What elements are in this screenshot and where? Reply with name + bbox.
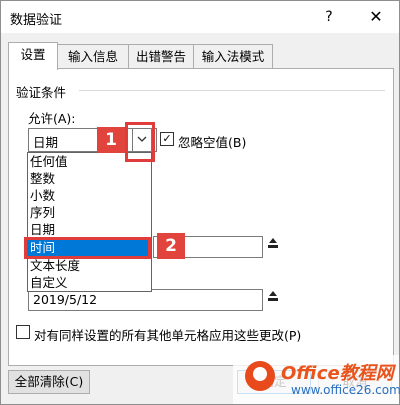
allow-dropdown-list: 任何值 整数 小数 序列 日期 时间 文本长度 自定义 bbox=[27, 152, 152, 292]
step-badge-1: 1 bbox=[97, 127, 125, 153]
step-badge-2: 2 bbox=[157, 233, 185, 259]
watermark-url: www.office26.com bbox=[291, 383, 400, 397]
dropdown-option[interactable]: 日期 bbox=[28, 221, 151, 238]
allow-label: 允许(A): bbox=[28, 111, 76, 126]
group-divider bbox=[79, 90, 385, 91]
dropdown-option[interactable]: 小数 bbox=[28, 187, 151, 204]
allow-combobox-value: 日期 bbox=[33, 135, 59, 150]
apply-all-label: 对有同样设置的所有其他单元格应用这些更改(P) bbox=[34, 328, 302, 343]
data-validation-dialog: 数据验证 ? ✕ 设置 输入信息 出错警告 输入法模式 验证条件 允许(A): … bbox=[0, 0, 400, 405]
highlight-box-option bbox=[24, 237, 151, 259]
tab-ime-mode[interactable]: 输入法模式 bbox=[193, 44, 273, 69]
apply-all-checkbox[interactable] bbox=[16, 325, 30, 339]
office-logo-inner-icon bbox=[253, 367, 267, 381]
collapse-dialog-icon[interactable] bbox=[263, 236, 283, 256]
help-icon[interactable]: ? bbox=[319, 7, 339, 27]
dropdown-option[interactable]: 整数 bbox=[28, 170, 151, 187]
tab-error-alert[interactable]: 出错警告 bbox=[128, 44, 194, 69]
ignore-blank-label: 忽略空值(B) bbox=[178, 135, 247, 150]
tab-input-message[interactable]: 输入信息 bbox=[57, 44, 129, 69]
dropdown-option[interactable]: 文本长度 bbox=[28, 257, 151, 274]
highlight-box-arrow bbox=[125, 122, 155, 162]
title-bar: 数据验证 ? ✕ bbox=[1, 1, 399, 33]
collapse-dialog-icon[interactable] bbox=[263, 289, 283, 309]
watermark: Office教程网 www.office26.com bbox=[233, 355, 400, 404]
end-value-input[interactable]: 2019/5/12 bbox=[28, 289, 263, 311]
ignore-blank-checkbox[interactable]: ✓ bbox=[160, 132, 174, 146]
tab-settings[interactable]: 设置 bbox=[8, 42, 58, 70]
clear-all-button[interactable]: 全部清除(C) bbox=[8, 370, 90, 394]
dropdown-option[interactable]: 自定义 bbox=[28, 274, 151, 291]
window-title: 数据验证 bbox=[10, 13, 63, 28]
dropdown-option[interactable]: 序列 bbox=[28, 204, 151, 221]
close-icon[interactable]: ✕ bbox=[358, 5, 394, 29]
validation-criteria-label: 验证条件 bbox=[16, 85, 67, 100]
watermark-brand: Office教程网 bbox=[281, 363, 394, 384]
